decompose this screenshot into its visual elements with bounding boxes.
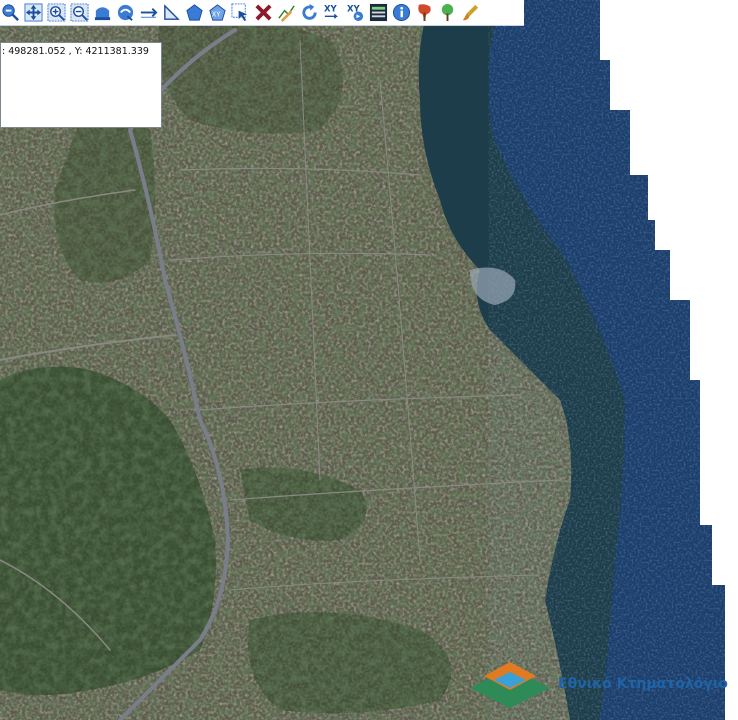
tree-marker-icon[interactable] [437,2,458,23]
svg-text:XY: XY [324,5,338,15]
map-toolbar: XY XY XY [0,0,524,26]
select-arrow-icon[interactable] [230,2,251,23]
layers-table-icon[interactable] [368,2,389,23]
svg-text:XY: XY [212,10,222,18]
info-icon[interactable] [391,2,412,23]
land-marker-icon[interactable] [414,2,435,23]
clear-icon[interactable] [253,2,274,23]
previous-extent-icon[interactable] [92,2,113,23]
refresh-icon[interactable] [299,2,320,23]
zoom-out-icon[interactable] [0,2,21,23]
measure-distance-icon[interactable] [138,2,159,23]
next-extent-icon[interactable] [115,2,136,23]
logo-text: Εθνικό Κτηματολόγιο [558,676,728,692]
edit-vertex-icon[interactable] [276,2,297,23]
cadastre-logo: Εθνικό Κτηματολόγιο [468,660,738,708]
pan-icon[interactable] [23,2,44,23]
xy-goto-icon[interactable]: XY [345,2,366,23]
zoom-in-box-icon[interactable] [46,2,67,23]
coordinates-panel: : 498281.052 , Y: 4211381.339 [0,42,162,128]
xy-polygon-icon[interactable]: XY [207,2,228,23]
measure-area-icon[interactable] [161,2,182,23]
xy-input-icon[interactable]: XY [322,2,343,23]
brush-icon[interactable] [460,2,481,23]
coordinates-readout: : 498281.052 , Y: 4211381.339 [2,46,149,57]
draw-polygon-icon[interactable] [184,2,205,23]
zoom-out-box-icon[interactable] [69,2,90,23]
